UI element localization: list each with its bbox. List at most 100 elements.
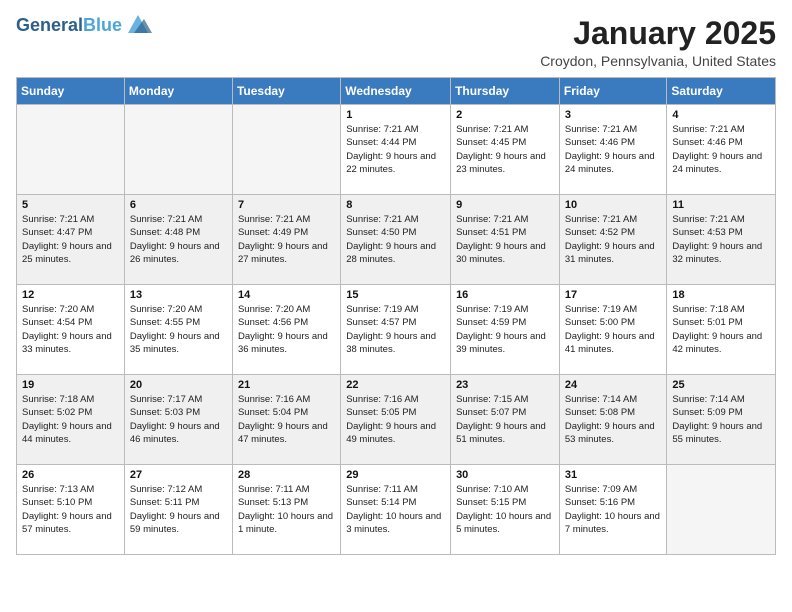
- day-number: 19: [22, 379, 119, 391]
- cell-sun-info: Sunrise: 7:12 AMSunset: 5:11 PMDaylight:…: [130, 483, 227, 536]
- cell-sun-info: Sunrise: 7:21 AMSunset: 4:48 PMDaylight:…: [130, 213, 227, 266]
- calendar-cell: 8 Sunrise: 7:21 AMSunset: 4:50 PMDaylight…: [341, 195, 451, 285]
- calendar-cell: 1Sunrise: 7:21 AMSunset: 4:44 PMDaylight…: [341, 105, 451, 195]
- cell-sun-info: Sunrise: 7:20 AMSunset: 4:54 PMDaylight:…: [22, 303, 119, 356]
- calendar-cell: [667, 465, 776, 555]
- cell-sun-info: Sunrise: 7:20 AMSunset: 4:56 PMDaylight:…: [238, 303, 335, 356]
- cell-sun-info: Sunrise: 7:14 AMSunset: 5:09 PMDaylight:…: [672, 393, 770, 446]
- cell-sun-info: Sunrise: 7:15 AMSunset: 5:07 PMDaylight:…: [456, 393, 554, 446]
- cell-sun-info: Sunrise: 7:16 AMSunset: 5:04 PMDaylight:…: [238, 393, 335, 446]
- calendar-cell: 21 Sunrise: 7:16 AMSunset: 5:04 PMDayligh…: [232, 375, 340, 465]
- cell-sun-info: Sunrise: 7:21 AMSunset: 4:46 PMDaylight:…: [565, 123, 662, 176]
- weekday-header-wednesday: Wednesday: [341, 78, 451, 105]
- calendar-week-3: 12 Sunrise: 7:20 AMSunset: 4:54 PMDayligh…: [17, 285, 776, 375]
- header: GeneralBlue January 2025 Croydon, Pennsy…: [16, 16, 776, 69]
- cell-sun-info: Sunrise: 7:18 AMSunset: 5:02 PMDaylight:…: [22, 393, 119, 446]
- logo-icon: [124, 15, 152, 33]
- month-title: January 2025: [540, 16, 776, 51]
- day-number: 14: [238, 289, 335, 301]
- cell-sun-info: Sunrise: 7:09 AMSunset: 5:16 PMDaylight:…: [565, 483, 662, 536]
- calendar-cell: 22Sunrise: 7:16 AMSunset: 5:05 PMDayligh…: [341, 375, 451, 465]
- cell-sun-info: Sunrise: 7:19 AMSunset: 4:57 PMDaylight:…: [346, 303, 445, 356]
- calendar-cell: 28 Sunrise: 7:11 AMSunset: 5:13 PMDayligh…: [232, 465, 340, 555]
- cell-sun-info: Sunrise: 7:16 AMSunset: 5:05 PMDaylight:…: [346, 393, 445, 446]
- day-number: 21: [238, 379, 335, 391]
- weekday-header-tuesday: Tuesday: [232, 78, 340, 105]
- calendar-cell: 7Sunrise: 7:21 AMSunset: 4:49 PMDaylight…: [232, 195, 340, 285]
- cell-sun-info: Sunrise: 7:11 AMSunset: 5:14 PMDaylight:…: [346, 483, 445, 536]
- calendar-cell: 4 Sunrise: 7:21 AMSunset: 4:46 PMDaylight…: [667, 105, 776, 195]
- day-number: 10: [565, 199, 662, 211]
- calendar-cell: 5 Sunrise: 7:21 AMSunset: 4:47 PMDaylight…: [17, 195, 125, 285]
- calendar-week-1: 1Sunrise: 7:21 AMSunset: 4:44 PMDaylight…: [17, 105, 776, 195]
- cell-sun-info: Sunrise: 7:14 AMSunset: 5:08 PMDaylight:…: [565, 393, 662, 446]
- day-number: 1: [346, 109, 445, 121]
- calendar-cell: 18 Sunrise: 7:18 AMSunset: 5:01 PMDayligh…: [667, 285, 776, 375]
- calendar-week-2: 5 Sunrise: 7:21 AMSunset: 4:47 PMDaylight…: [17, 195, 776, 285]
- day-number: 15: [346, 289, 445, 301]
- weekday-header-thursday: Thursday: [451, 78, 560, 105]
- day-number: 29: [346, 469, 445, 481]
- calendar-cell: 29 Sunrise: 7:11 AMSunset: 5:14 PMDayligh…: [341, 465, 451, 555]
- cell-sun-info: Sunrise: 7:10 AMSunset: 5:15 PMDaylight:…: [456, 483, 554, 536]
- day-number: 9: [456, 199, 554, 211]
- day-number: 20: [130, 379, 227, 391]
- calendar-cell: 13 Sunrise: 7:20 AMSunset: 4:55 PMDayligh…: [124, 285, 232, 375]
- logo: GeneralBlue: [16, 16, 152, 36]
- day-number: 16: [456, 289, 554, 301]
- day-number: 12: [22, 289, 119, 301]
- day-number: 24: [565, 379, 662, 391]
- calendar-cell: 2Sunrise: 7:21 AMSunset: 4:45 PMDaylight…: [451, 105, 560, 195]
- cell-sun-info: Sunrise: 7:21 AMSunset: 4:52 PMDaylight:…: [565, 213, 662, 266]
- day-number: 2: [456, 109, 554, 121]
- title-block: January 2025 Croydon, Pennsylvania, Unit…: [540, 16, 776, 69]
- calendar-cell: 26 Sunrise: 7:13 AMSunset: 5:10 PMDayligh…: [17, 465, 125, 555]
- day-number: 5: [22, 199, 119, 211]
- logo-text-general: GeneralBlue: [16, 16, 122, 36]
- day-number: 18: [672, 289, 770, 301]
- cell-sun-info: Sunrise: 7:21 AMSunset: 4:50 PMDaylight:…: [346, 213, 445, 266]
- cell-sun-info: Sunrise: 7:13 AMSunset: 5:10 PMDaylight:…: [22, 483, 119, 536]
- calendar-cell: 16Sunrise: 7:19 AMSunset: 4:59 PMDayligh…: [451, 285, 560, 375]
- cell-sun-info: Sunrise: 7:11 AMSunset: 5:13 PMDaylight:…: [238, 483, 335, 536]
- calendar-cell: 30 Sunrise: 7:10 AMSunset: 5:15 PMDayligh…: [451, 465, 560, 555]
- calendar-cell: [124, 105, 232, 195]
- day-number: 30: [456, 469, 554, 481]
- day-number: 4: [672, 109, 770, 121]
- weekday-header-sunday: Sunday: [17, 78, 125, 105]
- page: GeneralBlue January 2025 Croydon, Pennsy…: [0, 0, 792, 571]
- calendar-cell: 20Sunrise: 7:17 AMSunset: 5:03 PMDayligh…: [124, 375, 232, 465]
- day-number: 6: [130, 199, 227, 211]
- location-title: Croydon, Pennsylvania, United States: [540, 53, 776, 69]
- cell-sun-info: Sunrise: 7:21 AMSunset: 4:51 PMDaylight:…: [456, 213, 554, 266]
- calendar-cell: 14 Sunrise: 7:20 AMSunset: 4:56 PMDayligh…: [232, 285, 340, 375]
- calendar-cell: 15 Sunrise: 7:19 AMSunset: 4:57 PMDayligh…: [341, 285, 451, 375]
- cell-sun-info: Sunrise: 7:20 AMSunset: 4:55 PMDaylight:…: [130, 303, 227, 356]
- calendar-cell: 9 Sunrise: 7:21 AMSunset: 4:51 PMDaylight…: [451, 195, 560, 285]
- day-number: 31: [565, 469, 662, 481]
- calendar-cell: 19 Sunrise: 7:18 AMSunset: 5:02 PMDayligh…: [17, 375, 125, 465]
- day-number: 17: [565, 289, 662, 301]
- day-number: 11: [672, 199, 770, 211]
- cell-sun-info: Sunrise: 7:21 AMSunset: 4:46 PMDaylight:…: [672, 123, 770, 176]
- calendar-cell: 11Sunrise: 7:21 AMSunset: 4:53 PMDayligh…: [667, 195, 776, 285]
- cell-sun-info: Sunrise: 7:21 AMSunset: 4:47 PMDaylight:…: [22, 213, 119, 266]
- weekday-header-row: SundayMondayTuesdayWednesdayThursdayFrid…: [17, 78, 776, 105]
- day-number: 27: [130, 469, 227, 481]
- day-number: 13: [130, 289, 227, 301]
- calendar-table: SundayMondayTuesdayWednesdayThursdayFrid…: [16, 77, 776, 555]
- calendar-cell: 17 Sunrise: 7:19 AMSunset: 5:00 PMDayligh…: [559, 285, 667, 375]
- calendar-week-5: 26 Sunrise: 7:13 AMSunset: 5:10 PMDayligh…: [17, 465, 776, 555]
- calendar-cell: 10 Sunrise: 7:21 AMSunset: 4:52 PMDayligh…: [559, 195, 667, 285]
- calendar-cell: 24 Sunrise: 7:14 AMSunset: 5:08 PMDayligh…: [559, 375, 667, 465]
- calendar-week-4: 19 Sunrise: 7:18 AMSunset: 5:02 PMDayligh…: [17, 375, 776, 465]
- cell-sun-info: Sunrise: 7:18 AMSunset: 5:01 PMDaylight:…: [672, 303, 770, 356]
- weekday-header-monday: Monday: [124, 78, 232, 105]
- day-number: 7: [238, 199, 335, 211]
- day-number: 26: [22, 469, 119, 481]
- day-number: 28: [238, 469, 335, 481]
- day-number: 8: [346, 199, 445, 211]
- calendar-cell: 31 Sunrise: 7:09 AMSunset: 5:16 PMDayligh…: [559, 465, 667, 555]
- day-number: 25: [672, 379, 770, 391]
- cell-sun-info: Sunrise: 7:19 AMSunset: 5:00 PMDaylight:…: [565, 303, 662, 356]
